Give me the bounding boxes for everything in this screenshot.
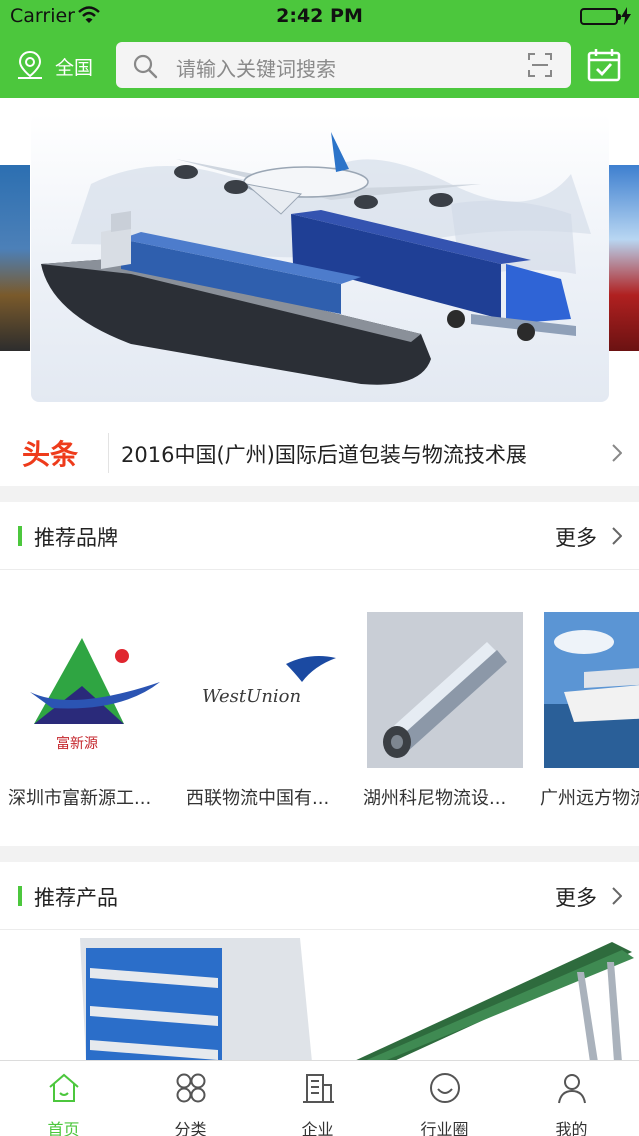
tab-label: 我的 <box>555 1120 588 1136</box>
brand-image <box>544 612 639 768</box>
banner-image[interactable] <box>31 114 609 402</box>
home-icon <box>49 1073 79 1102</box>
headline-news[interactable]: 头条 2016中国(广州)国际后道包装与物流技术展 <box>0 420 639 486</box>
brand-card[interactable]: 富新源 深圳市富新源工... <box>0 612 168 809</box>
headline-tag: 头条 <box>22 438 79 471</box>
brand-logo-text: WestUnion <box>202 686 301 707</box>
header: Carrier 2:42 PM 全国 请输入关键词搜索 <box>0 0 639 98</box>
tab-home[interactable]: 首页 <box>0 1061 127 1136</box>
tab-label: 分类 <box>174 1120 207 1136</box>
location-icon[interactable] <box>16 50 44 80</box>
product-card[interactable] <box>322 932 639 1062</box>
chevron-right-icon[interactable] <box>612 887 622 905</box>
more-link[interactable]: 更多 <box>555 882 597 912</box>
recommended-brands: 推荐品牌 更多 富新源 深圳市富新源工... WestUnion 西联物流中国有… <box>0 502 639 846</box>
tab-label: 首页 <box>47 1120 80 1136</box>
status-time: 2:42 PM <box>276 5 363 27</box>
location-label[interactable]: 全国 <box>55 53 93 80</box>
section-header: 推荐品牌 更多 <box>0 502 639 570</box>
charging-icon <box>621 7 631 25</box>
company-icon <box>303 1074 334 1103</box>
app-root: Carrier 2:42 PM 全国 请输入关键词搜索 头条 2016中国(广州… <box>0 0 639 1136</box>
search-bar[interactable]: 请输入关键词搜索 <box>116 42 571 88</box>
brand-name: 深圳市富新源工... <box>8 788 152 809</box>
section-header: 推荐产品 更多 <box>0 862 639 930</box>
banner-prev-slide[interactable] <box>0 165 30 351</box>
brand-logo: 富新源 <box>12 612 168 768</box>
status-bar: Carrier 2:42 PM <box>0 0 639 34</box>
category-icon <box>176 1073 206 1103</box>
section-title: 推荐品牌 <box>34 526 118 550</box>
tab-label: 行业圈 <box>420 1120 469 1136</box>
recommended-products: 推荐产品 更多 <box>0 862 639 1062</box>
search-icon <box>133 54 158 79</box>
tab-label: 企业 <box>301 1120 334 1136</box>
logistics-illustration <box>41 132 591 385</box>
more-link[interactable]: 更多 <box>555 522 597 552</box>
brand-card[interactable]: WestUnion 西联物流中国有... <box>178 612 346 809</box>
brand-card[interactable]: 广州远方物流 <box>532 612 639 809</box>
calendar-check-icon[interactable] <box>586 47 622 83</box>
brand-image <box>367 612 523 768</box>
banner-next-slide[interactable] <box>609 165 639 351</box>
divider <box>108 433 109 473</box>
tab-category[interactable]: 分类 <box>127 1061 254 1136</box>
search-input[interactable]: 请输入关键词搜索 <box>176 53 336 82</box>
section-accent <box>18 526 22 546</box>
product-card[interactable] <box>0 932 316 1062</box>
product-image <box>0 932 316 1062</box>
brand-name: 西联物流中国有... <box>186 788 330 809</box>
brand-name: 广州远方物流 <box>540 788 639 809</box>
tab-mine[interactable]: 我的 <box>508 1061 635 1136</box>
section-title: 推荐产品 <box>34 886 118 910</box>
scan-icon[interactable] <box>527 52 553 78</box>
brand-logo-text: 富新源 <box>56 735 98 752</box>
chevron-right-icon <box>612 444 622 462</box>
chevron-right-icon[interactable] <box>612 527 622 545</box>
brand-name: 湖州科尼物流设... <box>363 788 507 809</box>
battery-icon <box>580 8 621 25</box>
product-image <box>322 932 639 1062</box>
tab-company[interactable]: 企业 <box>254 1061 381 1136</box>
tab-industry-circle[interactable]: 行业圈 <box>381 1061 508 1136</box>
bottom-tab-bar: 首页 分类 企业 行业圈 我的 <box>0 1060 639 1136</box>
circle-icon <box>430 1073 460 1103</box>
brand-card[interactable]: 湖州科尼物流设... <box>355 612 523 809</box>
brand-logo: WestUnion <box>190 612 346 768</box>
section-accent <box>18 886 22 906</box>
headline-text[interactable]: 2016中国(广州)国际后道包装与物流技术展 <box>121 439 527 469</box>
user-icon <box>558 1074 586 1104</box>
